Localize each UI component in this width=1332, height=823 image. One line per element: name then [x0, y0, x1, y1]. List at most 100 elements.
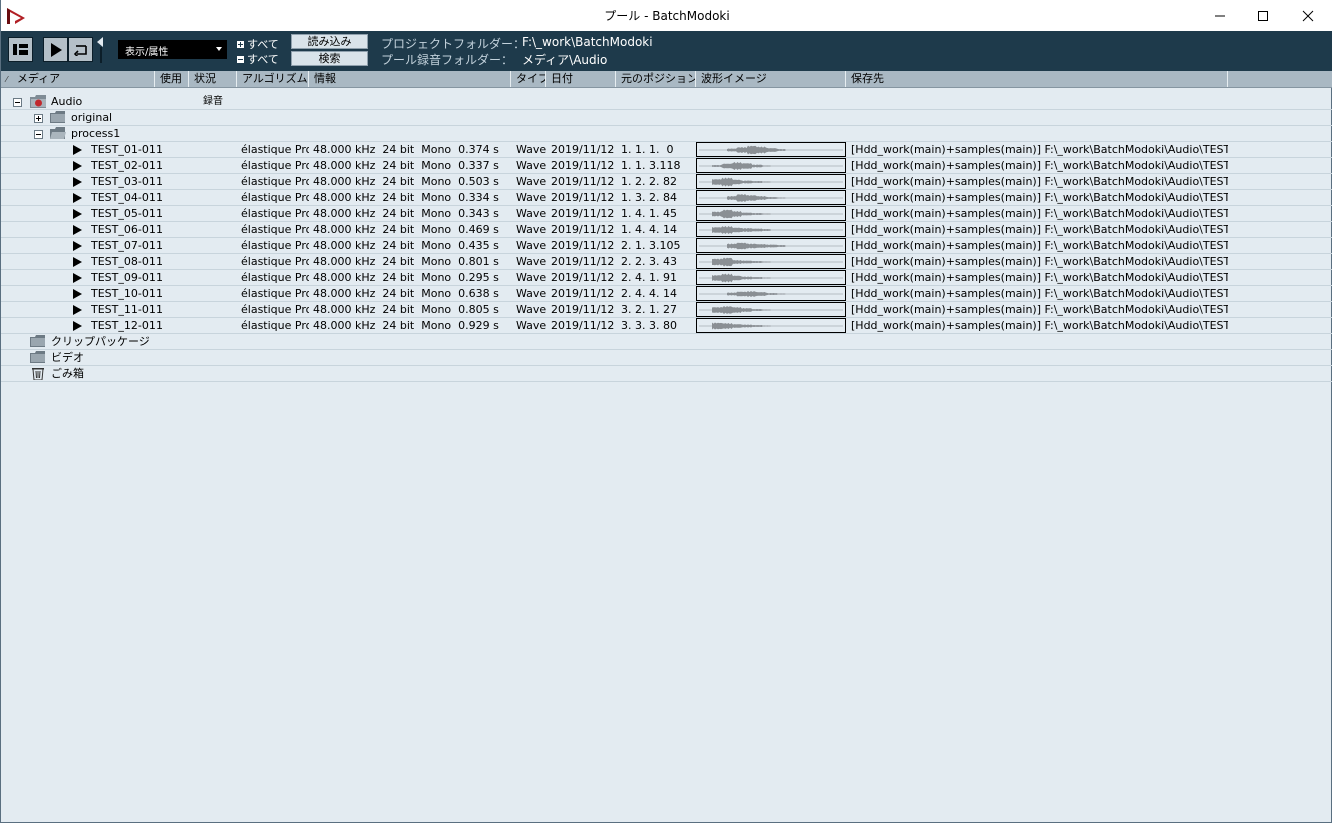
- play-icon[interactable]: [73, 289, 82, 299]
- file-algorithm[interactable]: élastique Pro ·: [241, 238, 309, 253]
- record-folder-label: プール録音フォルダー：: [381, 53, 514, 67]
- folder-name: ビデオ: [51, 351, 84, 364]
- folder-name: クリップパッケージ: [51, 335, 150, 348]
- file-row[interactable]: TEST_02-011 élastique Pro · 48.000 kHz 24 …: [1, 158, 1332, 174]
- play-icon[interactable]: [73, 241, 82, 251]
- file-used: 1: [156, 287, 163, 300]
- expand-all-button[interactable]: すべて: [237, 36, 279, 52]
- file-used: 1: [156, 319, 163, 332]
- file-row[interactable]: TEST_12-011 élastique Pro · 48.000 kHz 24 …: [1, 318, 1332, 334]
- file-used: 1: [156, 271, 163, 284]
- inspector-toggle-button[interactable]: [8, 37, 33, 62]
- column-used[interactable]: 使用: [155, 71, 189, 87]
- record-folder-value[interactable]: メディア\Audio: [522, 51, 607, 68]
- file-algorithm[interactable]: élastique Pro ·: [241, 190, 309, 205]
- column-path[interactable]: 保存先: [846, 71, 1228, 87]
- file-path: [Hdd_work(main)+samples(main)] F:\_work\…: [851, 255, 1228, 268]
- collapse-all-button[interactable]: すべて: [237, 51, 279, 67]
- folder-row-trash[interactable]: ごみ箱: [1, 366, 1332, 382]
- file-info: 48.000 kHz 24 bit Mono 0.337 s: [313, 159, 499, 172]
- file-row[interactable]: TEST_08-011 élastique Pro · 48.000 kHz 24 …: [1, 254, 1332, 270]
- folder-row-audio[interactable]: Audio 録音: [1, 94, 1332, 110]
- file-date: 2019/11/12: [551, 287, 615, 300]
- file-algorithm[interactable]: élastique Pro ·: [241, 158, 309, 173]
- column-info[interactable]: 情報: [309, 71, 511, 87]
- file-algorithm[interactable]: élastique Pro ·: [241, 318, 309, 333]
- file-date: 2019/11/12: [551, 303, 615, 316]
- play-icon[interactable]: [73, 321, 82, 331]
- file-origin-position: 2. 4. 1. 91: [621, 271, 677, 284]
- folder-row-video[interactable]: ビデオ: [1, 350, 1332, 366]
- file-date: 2019/11/12: [551, 143, 615, 156]
- maximize-button[interactable]: [1240, 0, 1286, 31]
- file-path: [Hdd_work(main)+samples(main)] F:\_work\…: [851, 223, 1228, 236]
- column-waveform[interactable]: 波形イメージ: [696, 71, 846, 87]
- minimize-button[interactable]: [1197, 0, 1243, 31]
- file-origin-position: 1. 4. 4. 14: [621, 223, 677, 236]
- search-button[interactable]: 検索: [291, 51, 368, 66]
- file-algorithm[interactable]: élastique Pro ·: [241, 222, 309, 237]
- file-row[interactable]: TEST_03-011 élastique Pro · 48.000 kHz 24 …: [1, 174, 1332, 190]
- preview-volume-slider[interactable]: [97, 37, 105, 66]
- file-algorithm[interactable]: élastique Pro ·: [241, 302, 309, 317]
- play-icon[interactable]: [73, 193, 82, 203]
- file-row[interactable]: TEST_05-011 élastique Pro · 48.000 kHz 24 …: [1, 206, 1332, 222]
- play-icon[interactable]: [73, 177, 82, 187]
- column-algorithm[interactable]: アルゴリズム: [237, 71, 309, 87]
- column-status[interactable]: 状況: [189, 71, 237, 87]
- close-button[interactable]: [1285, 0, 1331, 31]
- file-type: Wave: [516, 191, 547, 204]
- file-path: [Hdd_work(main)+samples(main)] F:\_work\…: [851, 191, 1228, 204]
- column-media[interactable]: ⁄ メディア: [1, 71, 155, 87]
- file-algorithm[interactable]: élastique Pro ·: [241, 174, 309, 189]
- waveform-image: [696, 302, 846, 317]
- preview-play-button[interactable]: [43, 37, 68, 62]
- minimize-icon: [1215, 15, 1225, 16]
- folder-row-clip-package[interactable]: クリップパッケージ: [1, 334, 1332, 350]
- column-origin-position[interactable]: 元のポジション: [616, 71, 696, 87]
- loop-icon: [73, 44, 87, 56]
- file-row[interactable]: TEST_10-011 élastique Pro · 48.000 kHz 24 …: [1, 286, 1332, 302]
- file-algorithm[interactable]: élastique Pro ·: [241, 286, 309, 301]
- column-type[interactable]: タイプ: [511, 71, 546, 87]
- collapse-toggle[interactable]: [34, 130, 43, 139]
- minus-box-icon: [237, 55, 244, 63]
- file-info: 48.000 kHz 24 bit Mono 0.435 s: [313, 239, 499, 252]
- file-used: 1: [156, 303, 163, 316]
- expand-toggle[interactable]: [34, 114, 43, 123]
- waveform-image: [696, 158, 846, 173]
- import-button[interactable]: 読み込み: [291, 34, 368, 49]
- folder-row-original[interactable]: original: [1, 110, 1332, 126]
- inspector-icon: [13, 44, 28, 55]
- play-icon[interactable]: [73, 305, 82, 315]
- file-algorithm[interactable]: élastique Pro ·: [241, 142, 309, 157]
- file-row[interactable]: TEST_07-011 élastique Pro · 48.000 kHz 24 …: [1, 238, 1332, 254]
- collapse-toggle[interactable]: [13, 98, 22, 107]
- file-row[interactable]: TEST_06-011 élastique Pro · 48.000 kHz 24 …: [1, 222, 1332, 238]
- view-attribute-select[interactable]: 表示/属性: [118, 40, 227, 59]
- play-icon[interactable]: [73, 273, 82, 283]
- file-row[interactable]: TEST_09-011 élastique Pro · 48.000 kHz 24 …: [1, 270, 1332, 286]
- sort-indicator-icon: ⁄: [6, 75, 8, 84]
- file-origin-position: 3. 3. 3. 80: [621, 319, 677, 332]
- waveform-icon: [699, 306, 843, 314]
- file-algorithm[interactable]: élastique Pro ·: [241, 206, 309, 221]
- play-icon[interactable]: [73, 161, 82, 171]
- plus-box-icon: [237, 40, 244, 48]
- file-used: 1: [156, 223, 163, 236]
- file-algorithm[interactable]: élastique Pro ·: [241, 270, 309, 285]
- file-row[interactable]: TEST_01-011 élastique Pro · 48.000 kHz 24 …: [1, 142, 1332, 158]
- folder-name: original: [71, 111, 113, 124]
- preview-loop-button[interactable]: [68, 37, 93, 62]
- play-icon[interactable]: [73, 225, 82, 235]
- column-date[interactable]: 日付: [546, 71, 616, 87]
- file-row[interactable]: TEST_11-011 élastique Pro · 48.000 kHz 24 …: [1, 302, 1332, 318]
- play-icon[interactable]: [73, 209, 82, 219]
- file-used: 1: [156, 175, 163, 188]
- folder-row-process1[interactable]: process1: [1, 126, 1332, 142]
- waveform-icon: [699, 291, 843, 297]
- play-icon[interactable]: [73, 145, 82, 155]
- play-icon[interactable]: [73, 257, 82, 267]
- file-row[interactable]: TEST_04-011 élastique Pro · 48.000 kHz 24 …: [1, 190, 1332, 206]
- file-algorithm[interactable]: élastique Pro ·: [241, 254, 309, 269]
